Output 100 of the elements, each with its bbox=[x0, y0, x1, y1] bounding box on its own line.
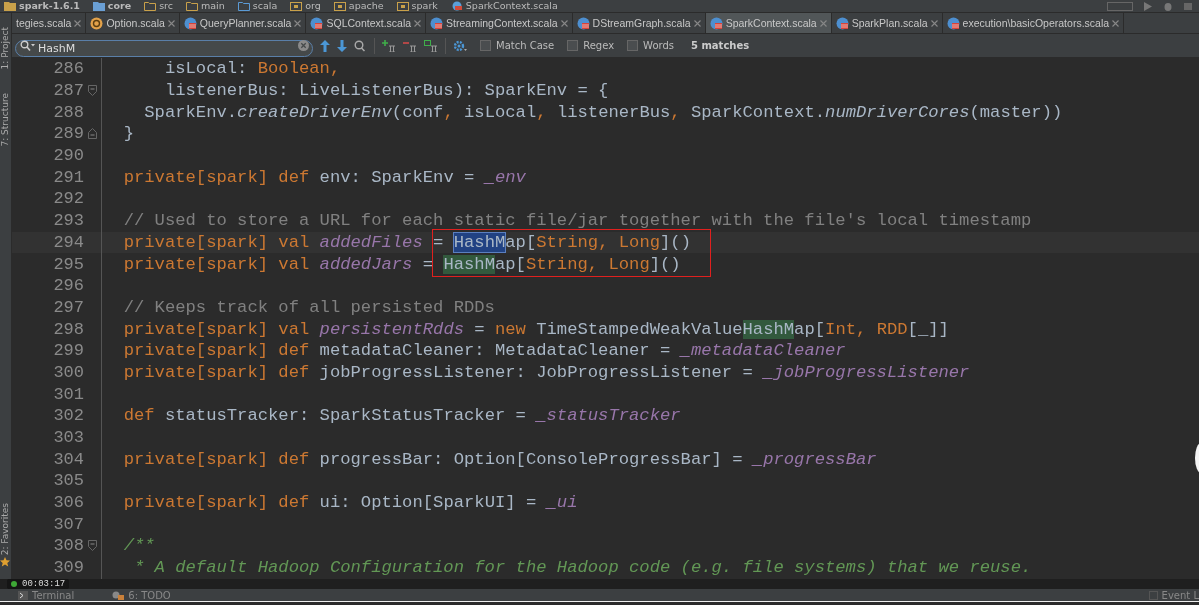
line-number: 287 bbox=[52, 81, 84, 101]
line-number: 288 bbox=[52, 102, 84, 122]
line-number: 297 bbox=[52, 297, 84, 317]
select-all-icon[interactable] bbox=[424, 39, 438, 52]
code-line: } bbox=[122, 124, 134, 144]
checkbox-label[interactable]: Words bbox=[643, 40, 674, 51]
line-number: 307 bbox=[52, 514, 84, 534]
close-icon[interactable] bbox=[819, 19, 827, 27]
tool-window-button[interactable]: 6: TODO bbox=[128, 589, 171, 601]
close-icon[interactable] bbox=[167, 19, 175, 27]
editor-tab[interactable]: SparkContext.scala bbox=[705, 13, 832, 33]
folder-icon bbox=[237, 1, 250, 11]
todo-icon bbox=[112, 590, 125, 600]
close-icon[interactable] bbox=[930, 19, 938, 27]
arrow-up-icon[interactable] bbox=[320, 39, 330, 52]
tool-window-button[interactable]: Terminal bbox=[32, 589, 75, 601]
code-line: private[spark] def metadataCleaner: MetadataCleaner = _metadataCleaner bbox=[122, 341, 846, 361]
code-line: * A default Hadoop Configuration for the Hadoop code (e.g. file systems) that we reuse. bbox=[132, 558, 1032, 578]
file-icon bbox=[450, 1, 463, 11]
line-number: 294 bbox=[52, 232, 84, 252]
code-line: private[spark] def env: SparkEnv = _env bbox=[122, 167, 526, 187]
line-number: 304 bbox=[52, 449, 84, 469]
folder-icon bbox=[92, 1, 105, 11]
recording-timer: 00:03:17 bbox=[22, 579, 66, 589]
checkbox[interactable] bbox=[627, 40, 639, 51]
line-number: 295 bbox=[52, 254, 84, 274]
find-all-icon[interactable] bbox=[354, 39, 367, 52]
search-icon[interactable] bbox=[20, 40, 36, 51]
remove-occurrence-icon[interactable] bbox=[403, 39, 417, 52]
breadcrumb-item[interactable]: core bbox=[107, 0, 132, 12]
play-icon[interactable] bbox=[1143, 1, 1153, 11]
package-icon bbox=[396, 1, 409, 11]
breadcrumb-item[interactable]: main bbox=[201, 0, 225, 12]
class-icon bbox=[709, 16, 723, 30]
breadcrumb-item[interactable]: SparkContext.scala bbox=[465, 0, 558, 12]
close-icon[interactable] bbox=[1112, 19, 1120, 27]
checkbox-label[interactable]: Match Case bbox=[496, 40, 555, 51]
close-icon[interactable] bbox=[294, 19, 302, 27]
fold-icon[interactable] bbox=[88, 128, 97, 140]
folder-icon bbox=[186, 1, 199, 11]
tool-window-tab[interactable]: 1: Project bbox=[0, 26, 11, 69]
checkbox-label[interactable]: Regex bbox=[583, 40, 615, 51]
line-number: 300 bbox=[52, 362, 84, 382]
code-line: isLocal: Boolean, bbox=[163, 59, 341, 79]
line-number: 296 bbox=[52, 276, 84, 296]
fold-icon[interactable] bbox=[88, 85, 97, 97]
object-icon bbox=[90, 16, 104, 30]
code-line: private[spark] def ui: Option[SparkUI] = _ui bbox=[122, 493, 578, 513]
clear-icon[interactable] bbox=[298, 40, 309, 51]
close-icon[interactable] bbox=[560, 19, 568, 27]
add-occurrence-icon[interactable] bbox=[382, 39, 396, 52]
package-icon bbox=[290, 1, 303, 11]
breadcrumb-item[interactable]: src bbox=[159, 0, 174, 12]
close-icon[interactable] bbox=[693, 19, 701, 27]
line-number: 305 bbox=[52, 471, 84, 491]
line-number: 308 bbox=[52, 536, 84, 556]
line-number: 291 bbox=[52, 167, 84, 187]
code-line: private[spark] val addedJars = HashMap[String, Long]() bbox=[122, 254, 681, 274]
line-number: 292 bbox=[52, 189, 84, 209]
code-line: // Used to store a URL for each static file/jar together with the file's local timestamp bbox=[122, 211, 1032, 231]
search-field[interactable]: HashM bbox=[15, 40, 313, 57]
checkbox[interactable] bbox=[567, 40, 579, 51]
breadcrumb-item[interactable]: spark-1.6.1 bbox=[19, 0, 80, 12]
line-number: 298 bbox=[52, 319, 84, 339]
folder-icon bbox=[4, 1, 16, 11]
dropdown-box-icon[interactable] bbox=[1107, 1, 1133, 11]
class-icon bbox=[430, 16, 444, 30]
checkbox[interactable] bbox=[480, 40, 491, 51]
code-line: SparkEnv.createDriverEnv(conf, isLocal, listenerBus, SparkContext.numDriverCores(master)) bbox=[143, 102, 1063, 122]
tool-window-tab[interactable]: 7: Structure bbox=[0, 93, 11, 147]
fold-icon[interactable] bbox=[88, 540, 97, 552]
tool-window-button[interactable]: Event L bbox=[1161, 589, 1199, 601]
line-number: 286 bbox=[52, 59, 84, 79]
recording-dot-icon bbox=[11, 581, 17, 587]
breadcrumb-item[interactable]: apache bbox=[348, 0, 384, 12]
code-line: private[spark] def progressBar: Option[ConsoleProgressBar] = _progressBar bbox=[122, 449, 877, 469]
terminal-icon bbox=[18, 590, 28, 600]
tool-window-tab[interactable]: 2: Favorites bbox=[0, 502, 11, 555]
close-icon[interactable] bbox=[414, 19, 422, 27]
breadcrumb-item[interactable]: scala bbox=[252, 0, 278, 12]
package-icon bbox=[333, 1, 346, 11]
code-line: def statusTracker: SparkStatusTracker = _statusTracker bbox=[122, 406, 681, 426]
class-icon bbox=[946, 16, 960, 30]
class-icon bbox=[576, 16, 590, 30]
arrow-down-icon[interactable] bbox=[337, 39, 347, 52]
line-number: 306 bbox=[52, 493, 84, 513]
line-number: 302 bbox=[52, 406, 84, 426]
line-number: 303 bbox=[52, 428, 84, 448]
match-count: 5 matches bbox=[691, 40, 750, 51]
breadcrumb-item[interactable]: org bbox=[305, 0, 321, 12]
line-number: 290 bbox=[52, 146, 84, 166]
line-number: 289 bbox=[52, 124, 84, 144]
code-line: private[spark] def jobProgressListener: JobProgressListener = _jobProgressListener bbox=[122, 362, 970, 382]
breadcrumb-item[interactable]: spark bbox=[411, 0, 438, 12]
settings-icon[interactable] bbox=[453, 39, 467, 52]
class-icon bbox=[835, 16, 849, 30]
line-number: 299 bbox=[52, 341, 84, 361]
code-line: private[spark] val persistentRdds = new TimeStampedWeakValueHashMap[Int, RDD[_]] bbox=[122, 319, 949, 339]
code-line: /** bbox=[122, 536, 155, 556]
close-icon[interactable] bbox=[74, 19, 82, 27]
